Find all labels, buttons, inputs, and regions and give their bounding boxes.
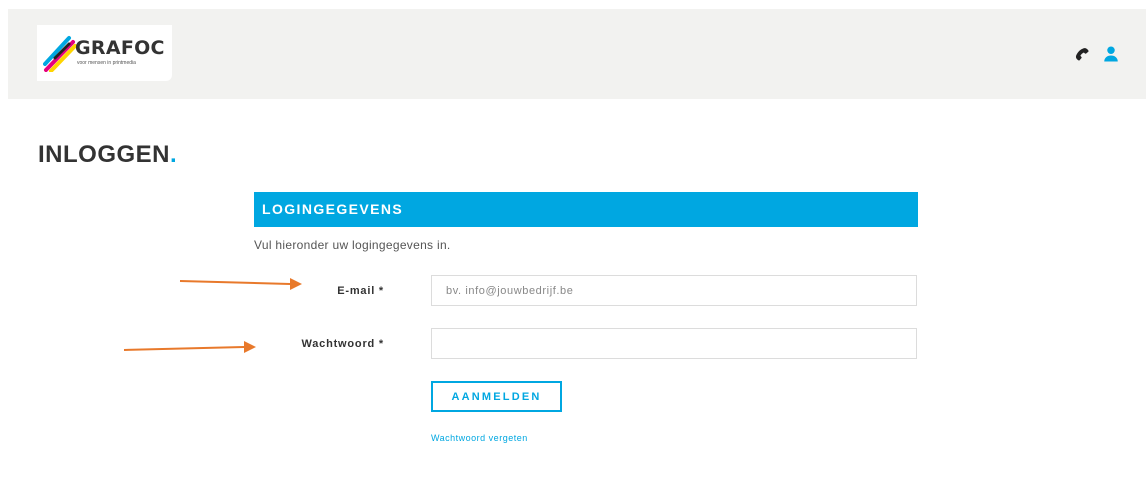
login-section-header: LOGINGEGEVENS [254,192,918,227]
logo-name: GRAFOC [75,37,165,59]
login-button[interactable]: AANMELDEN [431,381,562,412]
logo-tagline: voor mensen in printmedia [77,60,136,66]
page-title: INLOGGEN. [38,141,177,169]
user-icon[interactable] [1102,45,1120,63]
section-title: LOGINGEGEVENS [262,201,404,217]
site-header: GRAFOC voor mensen in printmedia [8,9,1146,99]
grafoc-logo[interactable]: GRAFOC voor mensen in printmedia [37,25,172,81]
login-intro-text: Vul hieronder uw logingegevens in. [254,238,451,252]
logo-stripes-icon [43,36,77,72]
email-field[interactable] [431,275,917,306]
annotation-arrow-email [179,278,302,290]
phone-icon[interactable] [1073,46,1090,63]
password-field[interactable] [431,328,917,359]
forgot-password-link[interactable]: Wachtwoord vergeten [431,433,528,443]
page-title-dot: . [170,141,178,168]
page-title-text: INLOGGEN [38,141,171,168]
annotation-arrow-password [123,341,256,353]
